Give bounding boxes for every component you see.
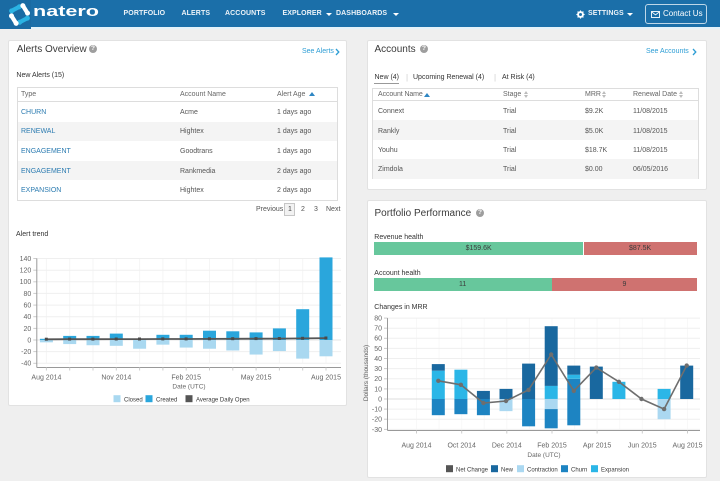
svg-text:Churn: Churn [571,468,587,474]
svg-text:40: 40 [24,314,32,321]
svg-text:Aug 2014: Aug 2014 [402,443,432,450]
svg-text:20: 20 [374,376,382,383]
svg-text:0: 0 [378,396,382,403]
svg-text:60: 60 [24,303,32,310]
svg-text:May 2015: May 2015 [241,375,272,382]
svg-text:40: 40 [374,356,382,363]
svg-text:0: 0 [27,337,31,344]
svg-text:Closed: Closed [124,398,143,404]
svg-text:natero: natero [33,3,99,20]
svg-text:80: 80 [24,291,32,298]
svg-text:Nov 2014: Nov 2014 [101,375,131,382]
svg-text:60: 60 [374,336,382,343]
svg-text:10: 10 [374,386,382,393]
svg-text:Aug 2015: Aug 2015 [673,443,703,450]
svg-text:50: 50 [374,346,382,353]
svg-text:-40: -40 [21,361,31,368]
svg-text:Jun 2015: Jun 2015 [628,443,657,450]
svg-text:-20: -20 [372,417,382,424]
svg-text:20: 20 [24,326,32,333]
svg-text:-30: -30 [372,427,382,434]
svg-text:80: 80 [374,316,382,323]
svg-text:Aug 2014: Aug 2014 [31,375,61,382]
svg-text:Contraction: Contraction [527,468,558,474]
svg-text:Average Daily Open: Average Daily Open [196,398,250,404]
svg-text:Dollars (thousands): Dollars (thousands) [363,345,370,401]
svg-text:-10: -10 [372,407,382,414]
svg-text:Dec 2014: Dec 2014 [492,443,522,450]
svg-text:Oct 2014: Oct 2014 [447,443,476,450]
svg-text:Date (UTC): Date (UTC) [172,384,205,391]
svg-text:70: 70 [374,326,382,333]
svg-text:Expansion: Expansion [601,468,629,474]
svg-text:Feb 2015: Feb 2015 [537,443,567,450]
svg-text:Aug 2015: Aug 2015 [311,375,341,382]
svg-text:120: 120 [20,268,32,275]
svg-text:Net Change: Net Change [456,468,489,474]
svg-text:100: 100 [20,279,32,286]
svg-text:Date (UTC): Date (UTC) [527,452,560,459]
svg-text:-20: -20 [21,349,31,356]
svg-text:140: 140 [20,256,32,263]
svg-text:Feb 2015: Feb 2015 [171,375,201,382]
svg-text:New: New [501,468,514,474]
svg-text:30: 30 [374,366,382,373]
svg-text:Apr 2015: Apr 2015 [583,443,612,450]
svg-text:Created: Created [156,398,177,404]
